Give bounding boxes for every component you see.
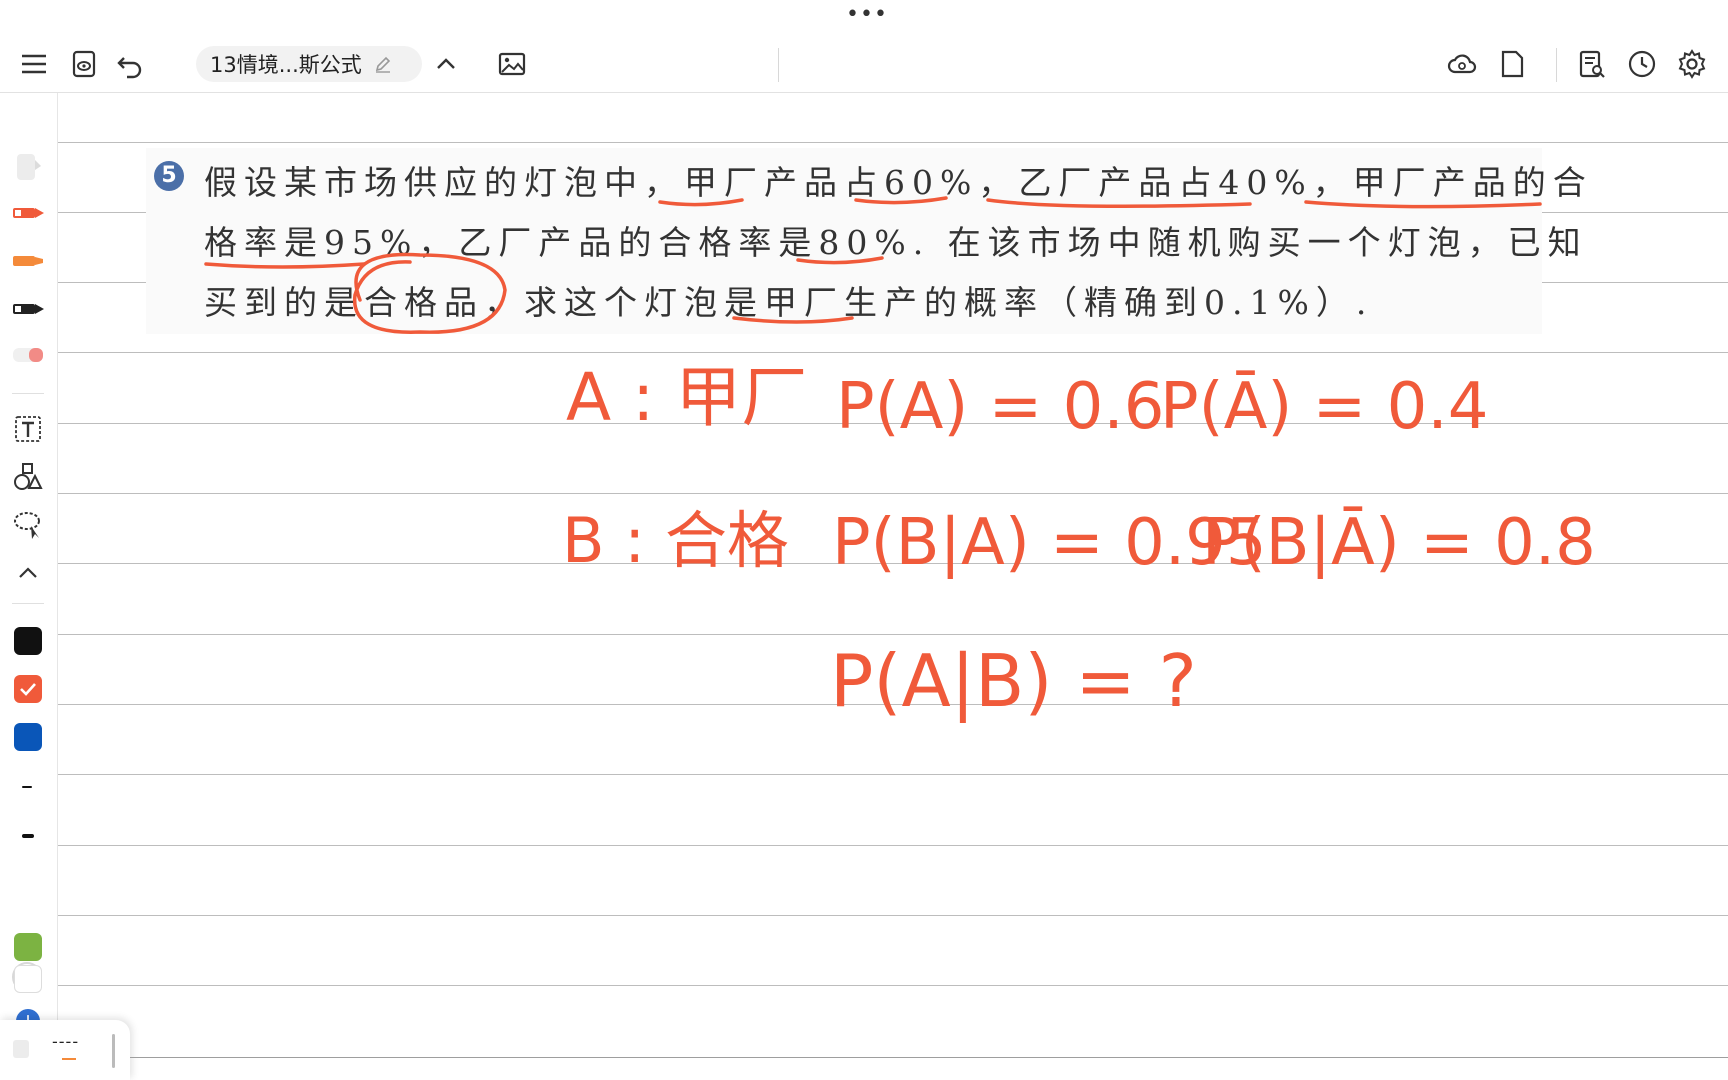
more-options-dots[interactable]: ••• (846, 4, 887, 28)
marker-orange-icon[interactable] (8, 241, 48, 281)
bottom-pen-quickbar[interactable]: ---- (0, 1020, 130, 1080)
ink-b-definition: B : 合格 (562, 504, 789, 577)
document-title[interactable]: 13情境...斯公式 (196, 46, 422, 82)
sidebar-divider (12, 393, 44, 394)
settings-icon[interactable] (1674, 46, 1710, 82)
ink-p-a-given-b: P(A|B) = ? (830, 639, 1197, 724)
active-indicator (62, 1058, 76, 1060)
pen-light-mini-icon (13, 1040, 29, 1058)
search-note-icon[interactable] (1574, 46, 1610, 82)
ruled-line (58, 845, 1728, 846)
ruled-line (58, 493, 1728, 494)
color-swatch-black[interactable] (14, 627, 42, 655)
lasso-icon[interactable] (8, 505, 48, 545)
ink-p-a: P(A) = 0.6 (836, 370, 1164, 444)
cloud-sync-icon[interactable] (1444, 46, 1480, 82)
ruled-line (58, 915, 1728, 916)
page-bottom-line (130, 1057, 1728, 1058)
problem-line-2: 格率是95%，乙厂产品的合格率是80%. 在该市场中随机购买一个灯泡，已知 (204, 223, 1588, 262)
chevron-up-icon[interactable] (428, 46, 464, 82)
history-icon[interactable] (1624, 46, 1660, 82)
toolbar-bottom-border (0, 92, 1728, 93)
ruled-line (58, 774, 1728, 775)
color-swatch-white[interactable] (14, 965, 42, 993)
ruled-line (58, 352, 1728, 353)
menu-icon[interactable] (16, 46, 52, 82)
ink-p-b-given-not-a: P(B|Ā) = 0.8 (1202, 506, 1596, 580)
preview-icon[interactable] (66, 46, 102, 82)
problem-number-badge: 5 (154, 161, 184, 191)
ruled-line (58, 704, 1728, 705)
color-swatch-red[interactable] (14, 675, 42, 703)
eraser-icon[interactable] (8, 335, 48, 375)
ink-p-not-a: P(Ā) = 0.4 (1160, 370, 1488, 444)
ruled-line (58, 563, 1728, 564)
pen-light-icon[interactable] (8, 147, 48, 187)
stroke-width-thin[interactable] (22, 786, 32, 788)
check-icon (20, 683, 36, 696)
undo-icon[interactable] (112, 46, 148, 82)
shapes-icon[interactable] (8, 457, 48, 497)
top-toolbar: 13情境...斯公式 (0, 36, 1728, 92)
sidebar-border (57, 93, 58, 1080)
ruled-line (58, 423, 1728, 424)
pen-red-icon[interactable] (8, 193, 48, 233)
page-icon[interactable] (1494, 46, 1530, 82)
ruled-line (58, 634, 1728, 635)
collapse-icon[interactable] (8, 553, 48, 593)
quickbar-handle[interactable] (112, 1034, 115, 1068)
problem-line-1: 假设某市场供应的灯泡中，甲厂产品占60%，乙厂产品占40%，甲厂产品的合 (204, 163, 1593, 202)
tool-sidebar: + (0, 93, 56, 1080)
stroke-preview-label: ---- (52, 1032, 80, 1051)
text-tool-icon[interactable] (8, 409, 48, 449)
image-insert-icon[interactable] (494, 46, 530, 82)
ruled-line (58, 142, 1728, 143)
ruled-line (58, 985, 1728, 986)
edit-title-icon[interactable] (374, 55, 392, 73)
pen-dark-icon[interactable] (8, 289, 48, 329)
color-swatch-blue[interactable] (14, 723, 42, 751)
color-swatch-green[interactable] (14, 933, 42, 961)
sidebar-divider (12, 603, 44, 604)
ink-p-b-given-a: P(B|A) = 0.95 (832, 506, 1267, 580)
document-title-text: 13情境...斯公式 (210, 53, 362, 77)
ink-a-definition: A : 甲厂 (566, 359, 807, 436)
stroke-width-medium[interactable] (22, 834, 34, 838)
toolbar-divider (1556, 48, 1557, 82)
problem-line-3: 买到的是合格品，求这个灯泡是甲厂生产的概率（精确到0.1%）. (204, 283, 1374, 322)
toolbar-divider (778, 48, 779, 82)
